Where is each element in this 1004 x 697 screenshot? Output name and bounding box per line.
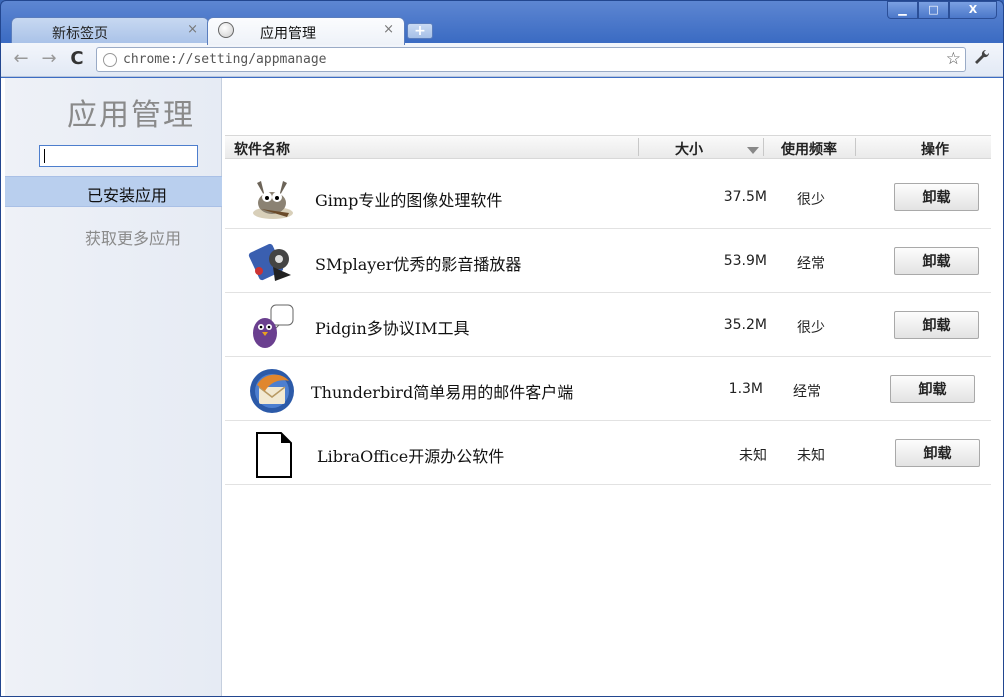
thunderbird-icon (250, 369, 294, 413)
uninstall-button[interactable]: 卸载 (895, 439, 980, 467)
app-size: 未知 (739, 448, 767, 464)
uninstall-button[interactable]: 卸载 (894, 311, 979, 339)
browser-window: 新标签页 × 应用管理 × + ▁ □ X ← → C chrome://set… (0, 0, 1004, 697)
reload-icon[interactable]: C (67, 49, 87, 69)
app-size: 35.2M (723, 317, 767, 333)
app-frequency: 未知 (797, 448, 825, 464)
text-caret (44, 149, 45, 163)
bookmark-star-icon[interactable]: ☆ (946, 49, 961, 69)
table-row: SMplayer优秀的影音播放器 53.9M 经常 卸载 (225, 229, 991, 293)
sidebar-item-installed-apps[interactable]: 已安装应用 (5, 176, 222, 207)
globe-icon (218, 22, 234, 38)
globe-icon (103, 53, 117, 67)
uninstall-button[interactable]: 卸载 (890, 375, 975, 403)
tab-title: 新标签页 (52, 26, 108, 42)
sidebar-item-get-more-apps[interactable]: 获取更多应用 (85, 225, 181, 249)
gimp-icon (253, 181, 293, 219)
column-header-frequency[interactable]: 使用频率 (781, 139, 837, 159)
window-controls: ▁ □ X (887, 1, 997, 19)
new-tab-button[interactable]: + (407, 23, 433, 39)
wrench-menu-icon[interactable] (973, 48, 991, 71)
column-divider (763, 138, 764, 156)
uninstall-button[interactable]: 卸载 (894, 247, 979, 275)
app-name: Thunderbird简单易用的邮件客户端 (311, 383, 574, 402)
search-input[interactable] (39, 145, 198, 167)
address-bar[interactable]: chrome://setting/appmanage ☆ (96, 47, 966, 72)
page-content: 应用管理 已安装应用 获取更多应用 软件名称 大小 使用频率 操作 Gimp专业… (1, 78, 1003, 696)
forward-arrow-icon[interactable]: → (39, 49, 59, 69)
close-window-button[interactable]: X (949, 1, 997, 19)
table-row: Thunderbird简单易用的邮件客户端 1.3M 经常 卸载 (225, 357, 991, 421)
toolbar: ← → C chrome://setting/appmanage ☆ (1, 43, 1003, 77)
table-row: Gimp专业的图像处理软件 37.5M 很少 卸载 (225, 165, 991, 229)
minimize-button[interactable]: ▁ (887, 1, 918, 19)
app-name: SMplayer优秀的影音播放器 (315, 255, 522, 274)
column-header-name[interactable]: 软件名称 (234, 139, 290, 159)
url-text[interactable]: chrome://setting/appmanage (123, 52, 327, 67)
sidebar: 应用管理 已安装应用 获取更多应用 (5, 78, 222, 696)
sort-down-icon[interactable] (747, 147, 759, 154)
table-header: 软件名称 大小 使用频率 操作 (225, 135, 991, 159)
app-name: Pidgin多协议IM工具 (315, 319, 470, 338)
close-tab-icon[interactable]: × (187, 22, 198, 37)
tab-title: 应用管理 (260, 26, 316, 42)
back-arrow-icon[interactable]: ← (11, 49, 31, 69)
app-frequency: 经常 (793, 384, 821, 400)
column-header-size[interactable]: 大小 (675, 139, 703, 159)
app-list: 软件名称 大小 使用频率 操作 Gimp专业的图像处理软件 37.5M 很少 卸… (223, 78, 1003, 696)
page-title: 应用管理 (67, 98, 195, 133)
tab-app-manage[interactable]: 应用管理 × (207, 17, 405, 45)
tab-new-tab[interactable]: 新标签页 × (11, 17, 209, 44)
column-divider (855, 138, 856, 156)
app-frequency: 很少 (797, 320, 825, 336)
table-row: LibraOffice开源办公软件 未知 未知 卸载 (225, 421, 991, 485)
column-header-action: 操作 (921, 142, 949, 158)
app-size: 53.9M (723, 253, 767, 269)
document-icon (256, 432, 292, 478)
app-name: LibraOffice开源办公软件 (317, 447, 505, 466)
table-row: Pidgin多协议IM工具 35.2M 很少 卸载 (225, 293, 991, 357)
app-size: 37.5M (723, 189, 767, 205)
tab-strip: 新标签页 × 应用管理 × + ▁ □ X (1, 1, 1003, 45)
app-name: Gimp专业的图像处理软件 (315, 191, 503, 210)
maximize-button[interactable]: □ (918, 1, 949, 19)
pidgin-icon (253, 304, 294, 348)
close-tab-icon[interactable]: × (383, 22, 394, 37)
smplayer-icon (248, 243, 291, 281)
uninstall-button[interactable]: 卸载 (894, 183, 979, 211)
column-divider (638, 138, 639, 156)
app-frequency: 经常 (797, 256, 825, 272)
app-size: 1.3M (728, 381, 763, 397)
app-frequency: 很少 (797, 192, 825, 208)
sidebar-item-label: 已安装应用 (87, 186, 168, 205)
